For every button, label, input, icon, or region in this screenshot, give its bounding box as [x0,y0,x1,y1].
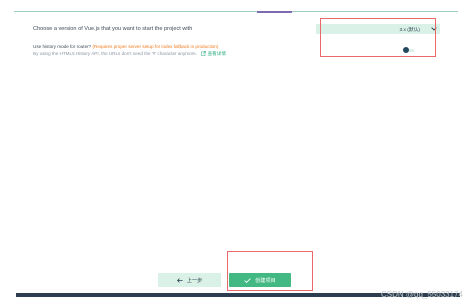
router-history-description: By using the HTML5 History API, the URLs… [33,51,226,57]
arrow-left-icon [176,277,183,283]
highlight-box-version-select [320,18,436,57]
external-link-icon[interactable] [201,51,207,57]
previous-button-label: 上一步 [186,277,203,284]
router-history-label: Use history mode for router? (Requires p… [33,44,218,49]
vue-version-question: Choose a version of Vue.js that you want… [33,26,193,32]
toggle-knob [403,47,409,53]
router-history-description-text: By using the HTML5 History API, the URLs… [33,51,198,56]
previous-button[interactable]: 上一步 [158,273,221,287]
router-history-question: Use history mode for router? [33,44,92,49]
more-info-link[interactable]: 查看详情 [208,51,226,56]
top-divider [14,11,458,12]
router-history-hint: (Requires proper server setup for index … [92,44,219,49]
router-history-toggle[interactable] [403,47,414,53]
highlight-box-create-button [227,251,313,291]
top-accent-bar [257,11,292,13]
watermark: CSDN @qq_55033174 [381,290,463,299]
